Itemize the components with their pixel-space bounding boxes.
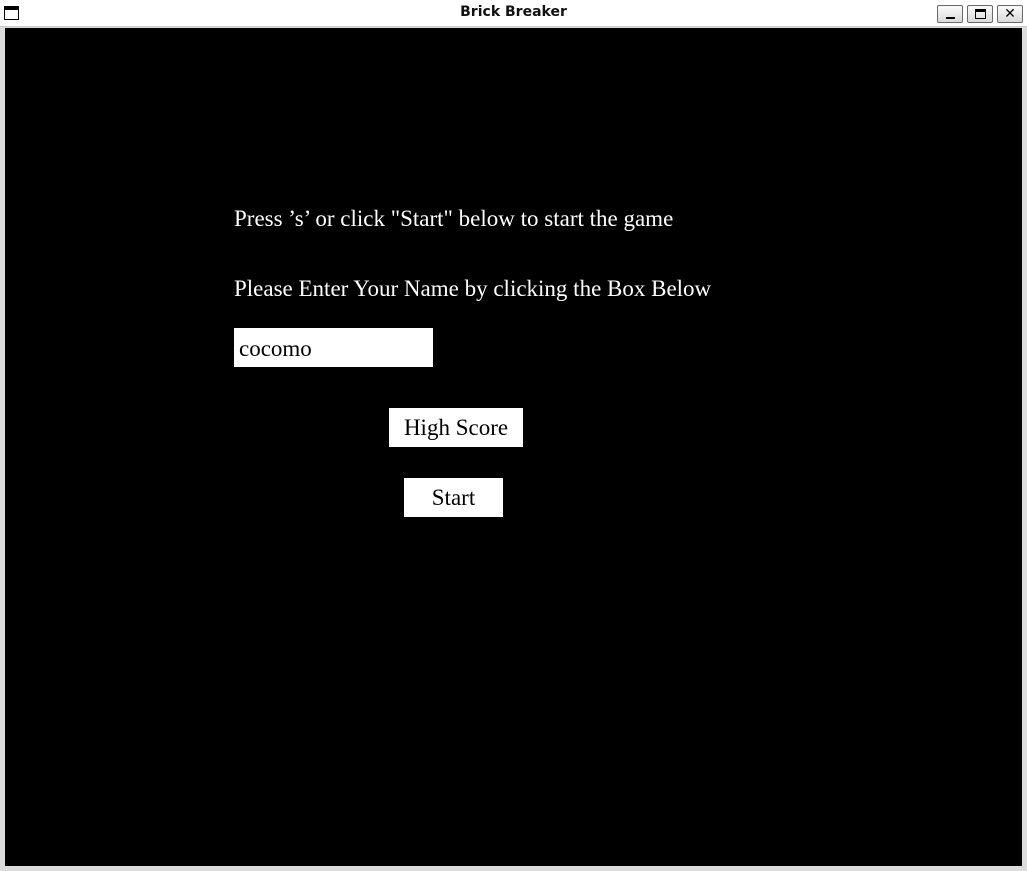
window-title: Brick Breaker xyxy=(460,4,567,20)
start-instruction: Press ’s’ or click "Start" below to star… xyxy=(234,206,674,231)
close-icon: ✕ xyxy=(1004,6,1016,22)
maximize-icon xyxy=(975,9,986,19)
close-button[interactable]: ✕ xyxy=(997,5,1023,23)
app-window: Brick Breaker ✕ Press ’s’ or click "Star… xyxy=(0,0,1027,871)
maximize-button[interactable] xyxy=(967,5,993,23)
start-button[interactable]: Start xyxy=(404,478,503,517)
title-bar[interactable]: Brick Breaker ✕ xyxy=(0,0,1027,27)
game-canvas[interactable]: Press ’s’ or click "Start" below to star… xyxy=(5,28,1022,866)
name-prompt: Please Enter Your Name by clicking the B… xyxy=(234,276,712,301)
name-input[interactable]: cocomo xyxy=(234,328,433,367)
high-score-button[interactable]: High Score xyxy=(389,408,523,447)
minimize-icon xyxy=(946,17,955,19)
minimize-button[interactable] xyxy=(937,5,963,23)
